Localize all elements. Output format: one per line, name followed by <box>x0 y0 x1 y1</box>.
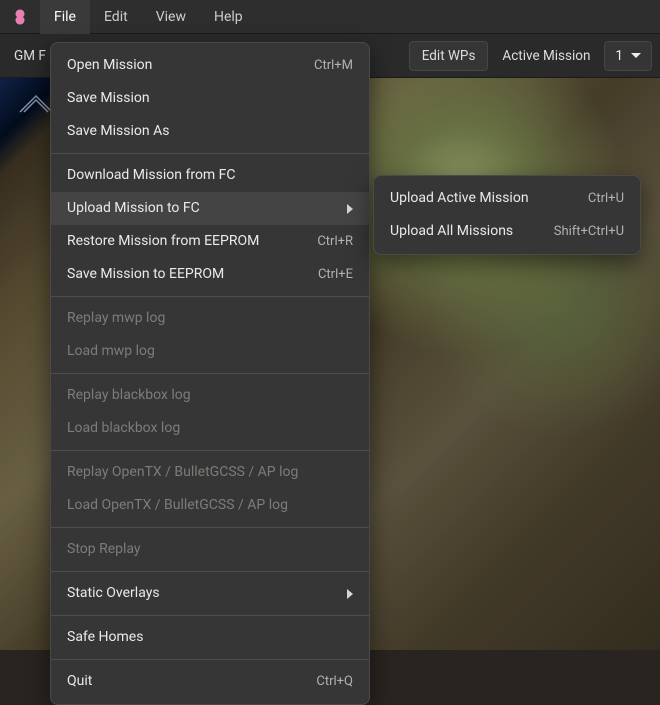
menu-load-blackbox: Load blackbox log <box>51 412 369 445</box>
menu-label: Restore Mission from EEPROM <box>67 231 259 252</box>
menu-separator <box>51 527 369 528</box>
submenu-upload-active[interactable]: Upload Active Mission Ctrl+U <box>374 182 640 215</box>
menu-safe-homes[interactable]: Safe Homes <box>51 621 369 654</box>
menu-download-mission-fc[interactable]: Download Mission from FC <box>51 159 369 192</box>
menu-label: Save Mission As <box>67 121 169 142</box>
menu-label: Quit <box>67 671 92 692</box>
menu-separator <box>51 571 369 572</box>
menu-replay-mwp: Replay mwp log <box>51 302 369 335</box>
menu-replay-opentx: Replay OpenTX / BulletGCSS / AP log <box>51 456 369 489</box>
chevron-down-icon <box>631 53 641 58</box>
menu-shortcut: Ctrl+U <box>588 189 624 209</box>
menubar-view[interactable]: View <box>142 0 200 34</box>
menu-label: Replay mwp log <box>67 308 165 329</box>
upload-submenu: Upload Active Mission Ctrl+U Upload All … <box>373 175 641 255</box>
menu-quit[interactable]: Quit Ctrl+Q <box>51 665 369 698</box>
menubar-edit[interactable]: Edit <box>90 0 142 34</box>
menu-restore-eeprom[interactable]: Restore Mission from EEPROM Ctrl+R <box>51 225 369 258</box>
menu-separator <box>51 373 369 374</box>
menu-label: Replay blackbox log <box>67 385 191 406</box>
menu-label: Upload All Missions <box>390 221 513 242</box>
menu-separator <box>51 615 369 616</box>
chevron-right-icon <box>347 204 353 214</box>
menu-stop-replay: Stop Replay <box>51 533 369 566</box>
menu-shortcut: Shift+Ctrl+U <box>554 222 624 242</box>
toolbar-gm-label: GM F <box>8 48 52 64</box>
menu-save-mission[interactable]: Save Mission <box>51 82 369 115</box>
active-mission-label: Active Mission <box>496 48 596 64</box>
menu-separator <box>51 450 369 451</box>
menu-label: Safe Homes <box>67 627 143 648</box>
menu-open-mission[interactable]: Open Mission Ctrl+M <box>51 49 369 82</box>
menu-save-mission-as[interactable]: Save Mission As <box>51 115 369 148</box>
edit-wps-button[interactable]: Edit WPs <box>409 41 489 71</box>
menu-shortcut: Ctrl+E <box>318 265 353 285</box>
menu-label: Open Mission <box>67 55 152 76</box>
compass-icon <box>18 92 54 124</box>
menu-label: Load OpenTX / BulletGCSS / AP log <box>67 495 288 516</box>
menu-load-mwp: Load mwp log <box>51 335 369 368</box>
menubar-file[interactable]: File <box>40 0 90 34</box>
submenu-upload-all[interactable]: Upload All Missions Shift+Ctrl+U <box>374 215 640 248</box>
menu-save-eeprom[interactable]: Save Mission to EEPROM Ctrl+E <box>51 258 369 291</box>
menu-label: Upload Active Mission <box>390 188 529 209</box>
menu-separator <box>51 296 369 297</box>
active-mission-select[interactable]: 1 <box>604 41 652 71</box>
file-menu: Open Mission Ctrl+M Save Mission Save Mi… <box>50 42 370 705</box>
menu-label: Upload Mission to FC <box>67 198 200 219</box>
menu-label: Save Mission <box>67 88 150 109</box>
menu-upload-mission-fc[interactable]: Upload Mission to FC <box>51 192 369 225</box>
menu-separator <box>51 153 369 154</box>
menu-separator <box>51 659 369 660</box>
menubar: File Edit View Help <box>0 0 660 34</box>
menu-label: Download Mission from FC <box>67 165 236 186</box>
menu-label: Replay OpenTX / BulletGCSS / AP log <box>67 462 298 483</box>
menu-shortcut: Ctrl+R <box>317 232 353 252</box>
chevron-right-icon <box>347 589 353 599</box>
menu-label: Load mwp log <box>67 341 155 362</box>
menu-replay-blackbox: Replay blackbox log <box>51 379 369 412</box>
menu-shortcut: Ctrl+M <box>314 56 353 76</box>
app-logo-icon <box>0 0 40 34</box>
active-mission-value: 1 <box>615 48 623 64</box>
menu-label: Static Overlays <box>67 583 160 604</box>
menubar-help[interactable]: Help <box>200 0 257 34</box>
menu-label: Load blackbox log <box>67 418 180 439</box>
menu-label: Save Mission to EEPROM <box>67 264 224 285</box>
menu-label: Stop Replay <box>67 539 141 560</box>
menu-shortcut: Ctrl+Q <box>316 672 353 692</box>
menu-load-opentx: Load OpenTX / BulletGCSS / AP log <box>51 489 369 522</box>
menu-static-overlays[interactable]: Static Overlays <box>51 577 369 610</box>
